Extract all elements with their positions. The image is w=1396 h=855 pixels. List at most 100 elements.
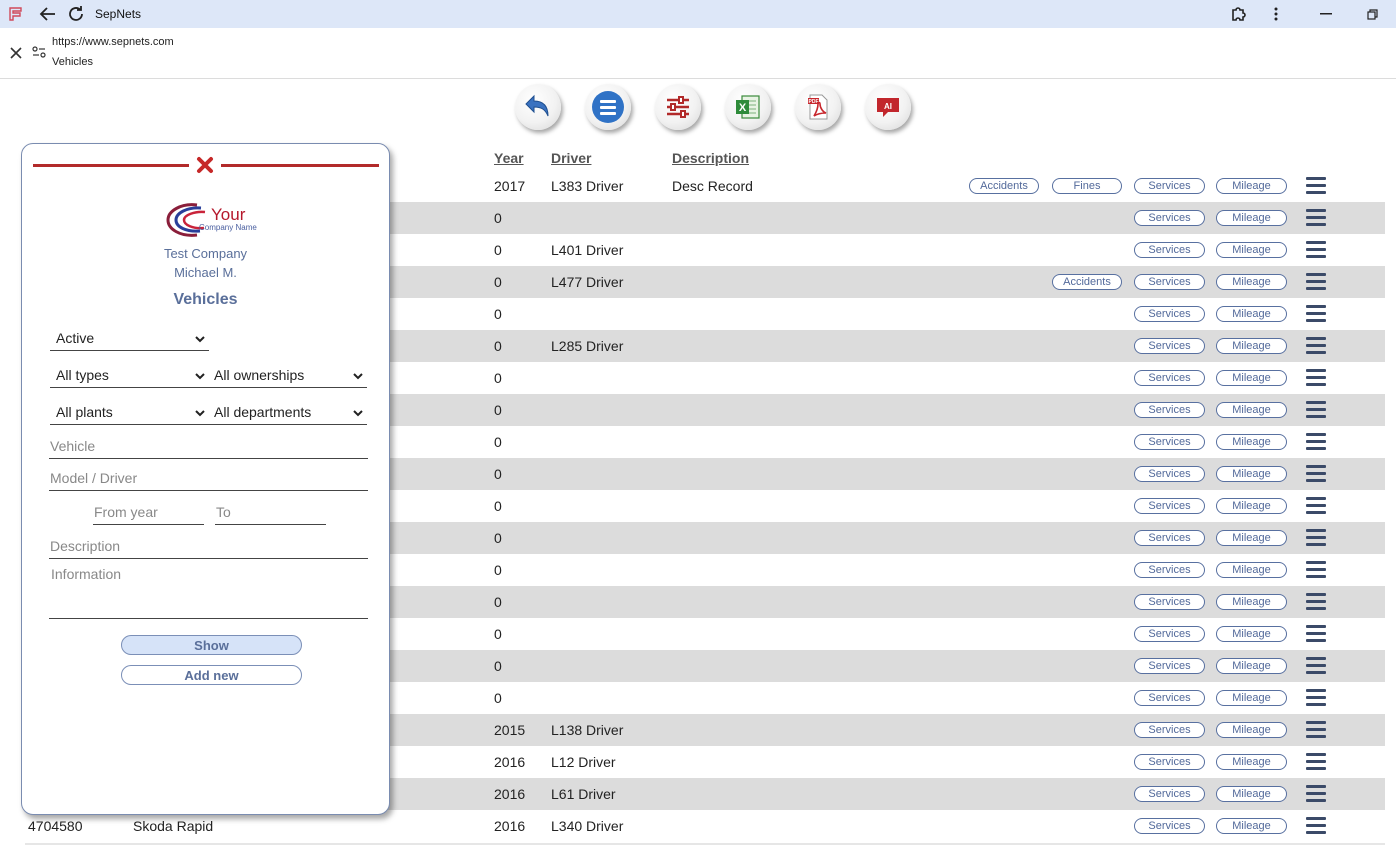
vehicle-input[interactable]: Vehicle	[49, 435, 368, 459]
mileage-button[interactable]: Mileage	[1216, 786, 1287, 802]
services-button[interactable]: Services	[1134, 562, 1205, 578]
model-driver-input[interactable]: Model / Driver	[49, 467, 368, 491]
services-button[interactable]: Services	[1134, 210, 1205, 226]
back-nav-icon[interactable]	[36, 0, 58, 28]
services-button[interactable]: Services	[1134, 818, 1205, 834]
mileage-button[interactable]: Mileage	[1216, 338, 1287, 354]
services-button[interactable]: Services	[1134, 306, 1205, 322]
services-button[interactable]: Services	[1134, 754, 1205, 770]
services-button[interactable]: Services	[1134, 626, 1205, 642]
ownerships-select[interactable]: All ownerships	[208, 364, 367, 388]
mileage-button[interactable]: Mileage	[1216, 690, 1287, 706]
services-button[interactable]: Services	[1134, 338, 1205, 354]
mileage-button[interactable]: Mileage	[1216, 754, 1287, 770]
services-button[interactable]: Services	[1134, 786, 1205, 802]
row-menu-icon[interactable]	[1306, 305, 1326, 323]
add-new-button[interactable]: Add new	[121, 665, 302, 685]
excel-export-button[interactable]: X	[725, 84, 771, 130]
column-header-driver[interactable]: Driver	[551, 150, 591, 166]
mileage-button[interactable]: Mileage	[1216, 658, 1287, 674]
column-header-description[interactable]: Description	[672, 150, 749, 166]
services-button[interactable]: Services	[1134, 402, 1205, 418]
reload-icon[interactable]	[65, 0, 87, 28]
row-menu-icon[interactable]	[1306, 593, 1326, 611]
mileage-button[interactable]: Mileage	[1216, 722, 1287, 738]
minimize-icon[interactable]	[1316, 0, 1336, 28]
services-button[interactable]: Services	[1134, 178, 1205, 194]
mileage-button[interactable]: Mileage	[1216, 210, 1287, 226]
services-button[interactable]: Services	[1134, 658, 1205, 674]
close-panel-icon[interactable]	[194, 154, 216, 176]
url-text[interactable]: https://www.sepnets.com	[52, 36, 174, 48]
restore-icon[interactable]	[1362, 0, 1382, 28]
services-button[interactable]: Services	[1134, 530, 1205, 546]
types-select[interactable]: All types	[50, 364, 209, 388]
row-menu-icon[interactable]	[1306, 529, 1326, 547]
row-menu-icon[interactable]	[1306, 273, 1326, 291]
row-menu-icon[interactable]	[1306, 721, 1326, 739]
mileage-button[interactable]: Mileage	[1216, 562, 1287, 578]
mileage-button[interactable]: Mileage	[1216, 274, 1287, 290]
fines-button[interactable]: Fines	[1052, 178, 1122, 194]
row-menu-icon[interactable]	[1306, 433, 1326, 451]
services-button[interactable]: Services	[1134, 690, 1205, 706]
row-menu-icon[interactable]	[1306, 177, 1326, 195]
to-year-input[interactable]: To	[215, 501, 326, 525]
site-settings-icon[interactable]	[32, 45, 46, 64]
extensions-icon[interactable]	[1227, 0, 1249, 28]
row-menu-icon[interactable]	[1306, 209, 1326, 227]
mileage-button[interactable]: Mileage	[1216, 626, 1287, 642]
from-year-input[interactable]: From year	[93, 501, 204, 525]
mileage-button[interactable]: Mileage	[1216, 306, 1287, 322]
services-button[interactable]: Services	[1134, 722, 1205, 738]
pdf-export-button[interactable]: PDF	[795, 84, 841, 130]
plants-select[interactable]: All plants	[50, 401, 209, 425]
row-menu-icon[interactable]	[1306, 689, 1326, 707]
mileage-button[interactable]: Mileage	[1216, 402, 1287, 418]
status-select[interactable]: Active	[50, 327, 209, 351]
mileage-button[interactable]: Mileage	[1216, 370, 1287, 386]
mileage-button[interactable]: Mileage	[1216, 498, 1287, 514]
row-menu-icon[interactable]	[1306, 369, 1326, 387]
menu-button[interactable]	[585, 84, 631, 130]
row-menu-icon[interactable]	[1306, 401, 1326, 419]
row-menu-icon[interactable]	[1306, 625, 1326, 643]
row-menu-icon[interactable]	[1306, 241, 1326, 259]
row-menu-icon[interactable]	[1306, 753, 1326, 771]
mileage-button[interactable]: Mileage	[1216, 434, 1287, 450]
mileage-button[interactable]: Mileage	[1216, 242, 1287, 258]
row-menu-icon[interactable]	[1306, 657, 1326, 675]
accidents-button[interactable]: Accidents	[969, 178, 1039, 194]
services-button[interactable]: Services	[1134, 466, 1205, 482]
row-menu-icon[interactable]	[1306, 465, 1326, 483]
mileage-button[interactable]: Mileage	[1216, 818, 1287, 834]
information-textarea[interactable]: Information	[49, 563, 368, 619]
accidents-button[interactable]: Accidents	[1052, 274, 1122, 290]
show-button[interactable]: Show	[121, 635, 302, 655]
mileage-button[interactable]: Mileage	[1216, 466, 1287, 482]
services-button[interactable]: Services	[1134, 274, 1205, 290]
services-button[interactable]: Services	[1134, 498, 1205, 514]
more-options-icon[interactable]	[1266, 0, 1286, 28]
row-menu-icon[interactable]	[1306, 497, 1326, 515]
row-menu-icon[interactable]	[1306, 817, 1326, 835]
close-tab-icon[interactable]	[10, 46, 22, 64]
row-menu-icon[interactable]	[1306, 561, 1326, 579]
year-cell: 0	[494, 594, 502, 610]
filters-button[interactable]	[655, 84, 701, 130]
services-button[interactable]: Services	[1134, 594, 1205, 610]
column-header-year[interactable]: Year	[494, 150, 524, 166]
services-button[interactable]: Services	[1134, 242, 1205, 258]
back-button[interactable]	[515, 84, 561, 130]
description-input[interactable]: Description	[49, 535, 368, 559]
mileage-button[interactable]: Mileage	[1216, 530, 1287, 546]
mileage-button[interactable]: Mileage	[1216, 594, 1287, 610]
ai-button[interactable]: AI	[865, 84, 911, 130]
services-button[interactable]: Services	[1134, 434, 1205, 450]
row-menu-icon[interactable]	[1306, 337, 1326, 355]
services-button[interactable]: Services	[1134, 370, 1205, 386]
user-name: Michael M.	[174, 265, 237, 280]
departments-select[interactable]: All departments	[208, 401, 367, 425]
row-menu-icon[interactable]	[1306, 785, 1326, 803]
mileage-button[interactable]: Mileage	[1216, 178, 1287, 194]
